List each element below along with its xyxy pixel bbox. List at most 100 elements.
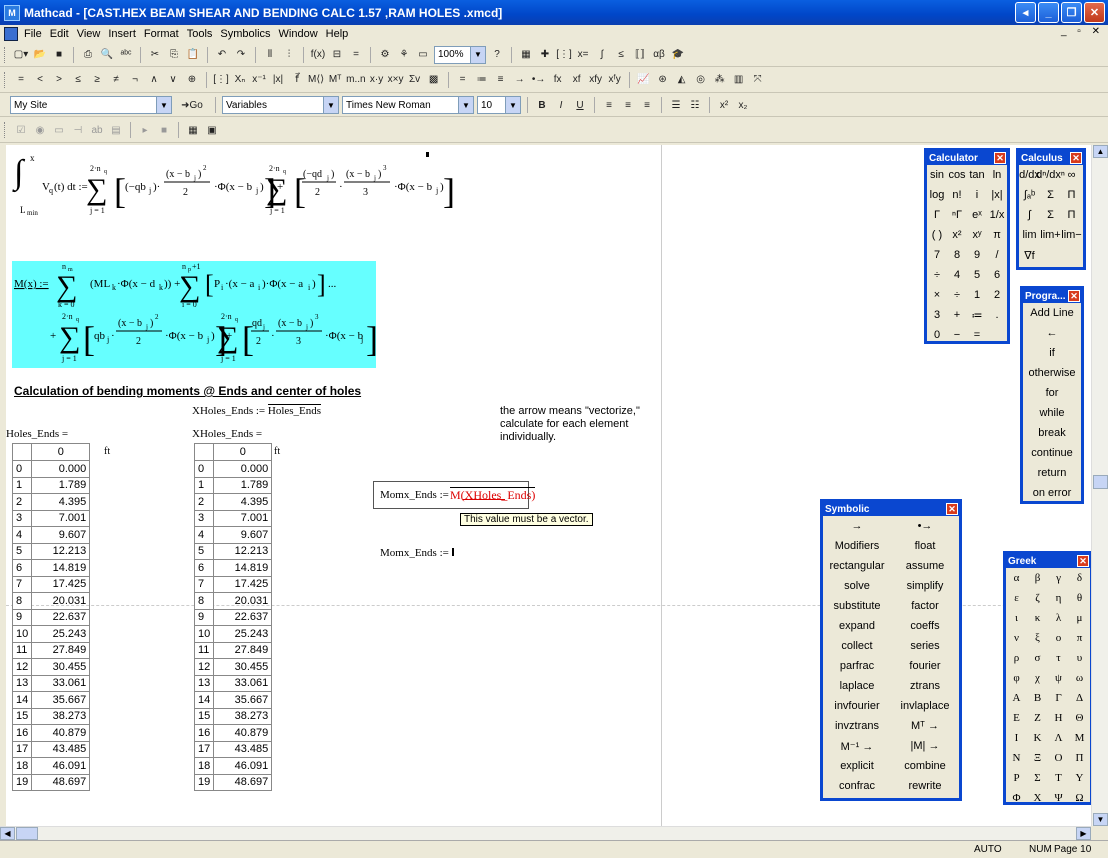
calculator-key[interactable]: eˣ [967,205,987,225]
greater-equal-icon[interactable]: ≥ [89,72,105,88]
calculator-key[interactable]: 5 [967,265,987,285]
menu-insert[interactable]: Insert [104,28,140,40]
cross-product-icon[interactable]: x×y [388,72,404,88]
calculus-button[interactable]: Σ [1040,205,1061,225]
infix-icon[interactable]: xfy [588,72,604,88]
greek-letter-button[interactable]: ι [1006,608,1027,628]
matrix-value[interactable]: 7.001 [31,509,91,527]
vectorize-icon[interactable]: f⃗ [289,72,305,88]
align-center-icon[interactable]: ≡ [620,97,636,113]
font-size-select[interactable]: 10 ▼ [477,96,521,114]
calculator-key[interactable]: ÷ [947,285,967,305]
stop-icon[interactable]: ■ [156,122,172,138]
calculator-key[interactable]: 8 [947,245,967,265]
symbolic-keyword-button[interactable]: |M| → [891,736,959,756]
greek-letter-button[interactable]: Π [1069,748,1090,768]
horizontal-scrollbar[interactable]: ◀ ▶ [0,826,1091,840]
align-down-icon[interactable]: ⫶ [281,47,297,63]
eval-equal-icon[interactable]: = [455,72,471,88]
postfix-icon[interactable]: xf [569,72,585,88]
matrix-value[interactable]: 43.485 [213,740,273,758]
menu-format[interactable]: Format [140,28,183,40]
calculator-key[interactable]: ÷ [927,265,947,285]
xor-icon[interactable]: ⊕ [184,72,200,88]
calculator-key[interactable]: − [947,325,967,345]
close-icon[interactable]: ✕ [1070,152,1082,164]
list-control-icon[interactable]: ▤ [108,122,124,138]
menu-tools[interactable]: Tools [183,28,217,40]
picture-icon[interactable]: ▩ [426,72,442,88]
greek-letter-button[interactable]: ζ [1027,588,1048,608]
matrix-value[interactable]: 48.697 [213,773,273,791]
not-icon[interactable]: ¬ [127,72,143,88]
calculus-toolbar-icon[interactable]: ∫ [594,47,610,63]
symbolic-keyword-button[interactable]: confrac [823,776,891,796]
greek-letter-button[interactable]: Χ [1027,788,1048,808]
greek-letter-button[interactable]: χ [1027,668,1048,688]
calculator-key[interactable]: × [927,285,947,305]
matrix-value[interactable]: 25.243 [213,625,273,643]
matrix-value[interactable]: 17.425 [31,575,91,593]
calculator-toolbar-icon[interactable]: ▦ [518,47,534,63]
greek-letter-button[interactable]: θ [1069,588,1090,608]
symbolic-keyword-button[interactable]: invztrans [823,716,891,736]
greek-letter-button[interactable]: τ [1048,648,1069,668]
matrix-value[interactable]: 43.485 [31,740,91,758]
scroll-thumb[interactable] [1093,475,1108,489]
greek-letter-button[interactable]: Α [1006,688,1027,708]
scroll-right-icon[interactable]: ▶ [1076,827,1091,840]
menu-help[interactable]: Help [322,28,353,40]
hscroll-thumb[interactable] [16,827,38,840]
scatter-3d-icon[interactable]: ⁂ [712,72,728,88]
scroll-up-icon[interactable]: ▲ [1093,145,1108,158]
momx-ends-region[interactable]: Momx_Ends := M(XHoles_Ends) [373,481,536,509]
close-button[interactable]: ✕ [1084,2,1105,23]
document-window-buttons[interactable]: _ ▫ ✕ [1061,26,1104,37]
calculator-key[interactable]: x² [947,225,967,245]
symbolic-keyword-button[interactable]: invfourier [823,696,891,716]
symbolic-keyword-button[interactable]: ztrans [891,676,959,696]
not-equal-icon[interactable]: ≠ [108,72,124,88]
symbolic-eval-icon[interactable]: → [512,72,528,88]
print-preview-icon[interactable]: 🔍 [99,47,115,63]
programming-operator-button[interactable]: otherwise [1023,363,1081,383]
zoom-select[interactable]: 100% ▼ [434,45,486,64]
matrix-value[interactable]: 25.243 [31,625,91,643]
symbolic-keyword-button[interactable]: combine [891,756,959,776]
greek-letter-button[interactable]: π [1069,628,1090,648]
close-icon[interactable]: ✕ [946,503,958,515]
print-icon[interactable]: ⎙ [80,47,96,63]
momx-ends-empty-definition[interactable]: Momx_Ends := [380,547,454,559]
vector-sum-icon[interactable]: Σv [407,72,423,88]
determinant-icon[interactable]: |x| [270,72,286,88]
menu-window[interactable]: Window [275,28,322,40]
programming-operator-button[interactable]: while [1023,403,1081,423]
calculator-key[interactable]: ⁿΓ [947,205,967,225]
keyword-eval-icon[interactable]: •→ [531,72,547,88]
calculus-button[interactable]: Π [1061,185,1082,205]
symbolic-keyword-button[interactable]: laplace [823,676,891,696]
checkbox-control-icon[interactable]: ☑ [13,122,29,138]
maximize-button[interactable]: ❐ [1061,2,1082,23]
radio-control-icon[interactable]: ◉ [32,122,48,138]
matrix-value[interactable]: 46.091 [31,757,91,775]
matrix-value[interactable]: 0.000 [31,460,91,478]
greater-than-icon[interactable]: > [51,72,67,88]
matrix-value[interactable]: 22.637 [31,608,91,626]
greek-letter-button[interactable]: φ [1006,668,1027,688]
symbolic-keyword-button[interactable]: simplify [891,576,959,596]
calculus-button[interactable]: lim [1019,225,1040,245]
calculus-button[interactable]: lim− [1061,225,1082,245]
holes-ends-matrix[interactable]: 0 0 0.000 1 1.789 2 4.395 3 7.001 4 9.607 5 12.213 6 1… [11,443,91,791]
programming-operator-button[interactable]: break [1023,423,1081,443]
symbolic-keyword-button[interactable]: expand [823,616,891,636]
superscript-icon[interactable]: M⟨⟩ [308,72,324,88]
symbolic-keyword-button[interactable]: → [823,516,891,536]
symbolic-keyword-button[interactable]: •→ [891,516,959,536]
polar-plot-icon[interactable]: ⊛ [655,72,671,88]
programming-operator-button[interactable]: for [1023,383,1081,403]
inverse-icon[interactable]: x⁻¹ [251,72,267,88]
boolean-toolbar-icon[interactable]: ≤ [613,47,629,63]
greek-letter-button[interactable]: ρ [1006,648,1027,668]
less-equal-icon[interactable]: ≤ [70,72,86,88]
